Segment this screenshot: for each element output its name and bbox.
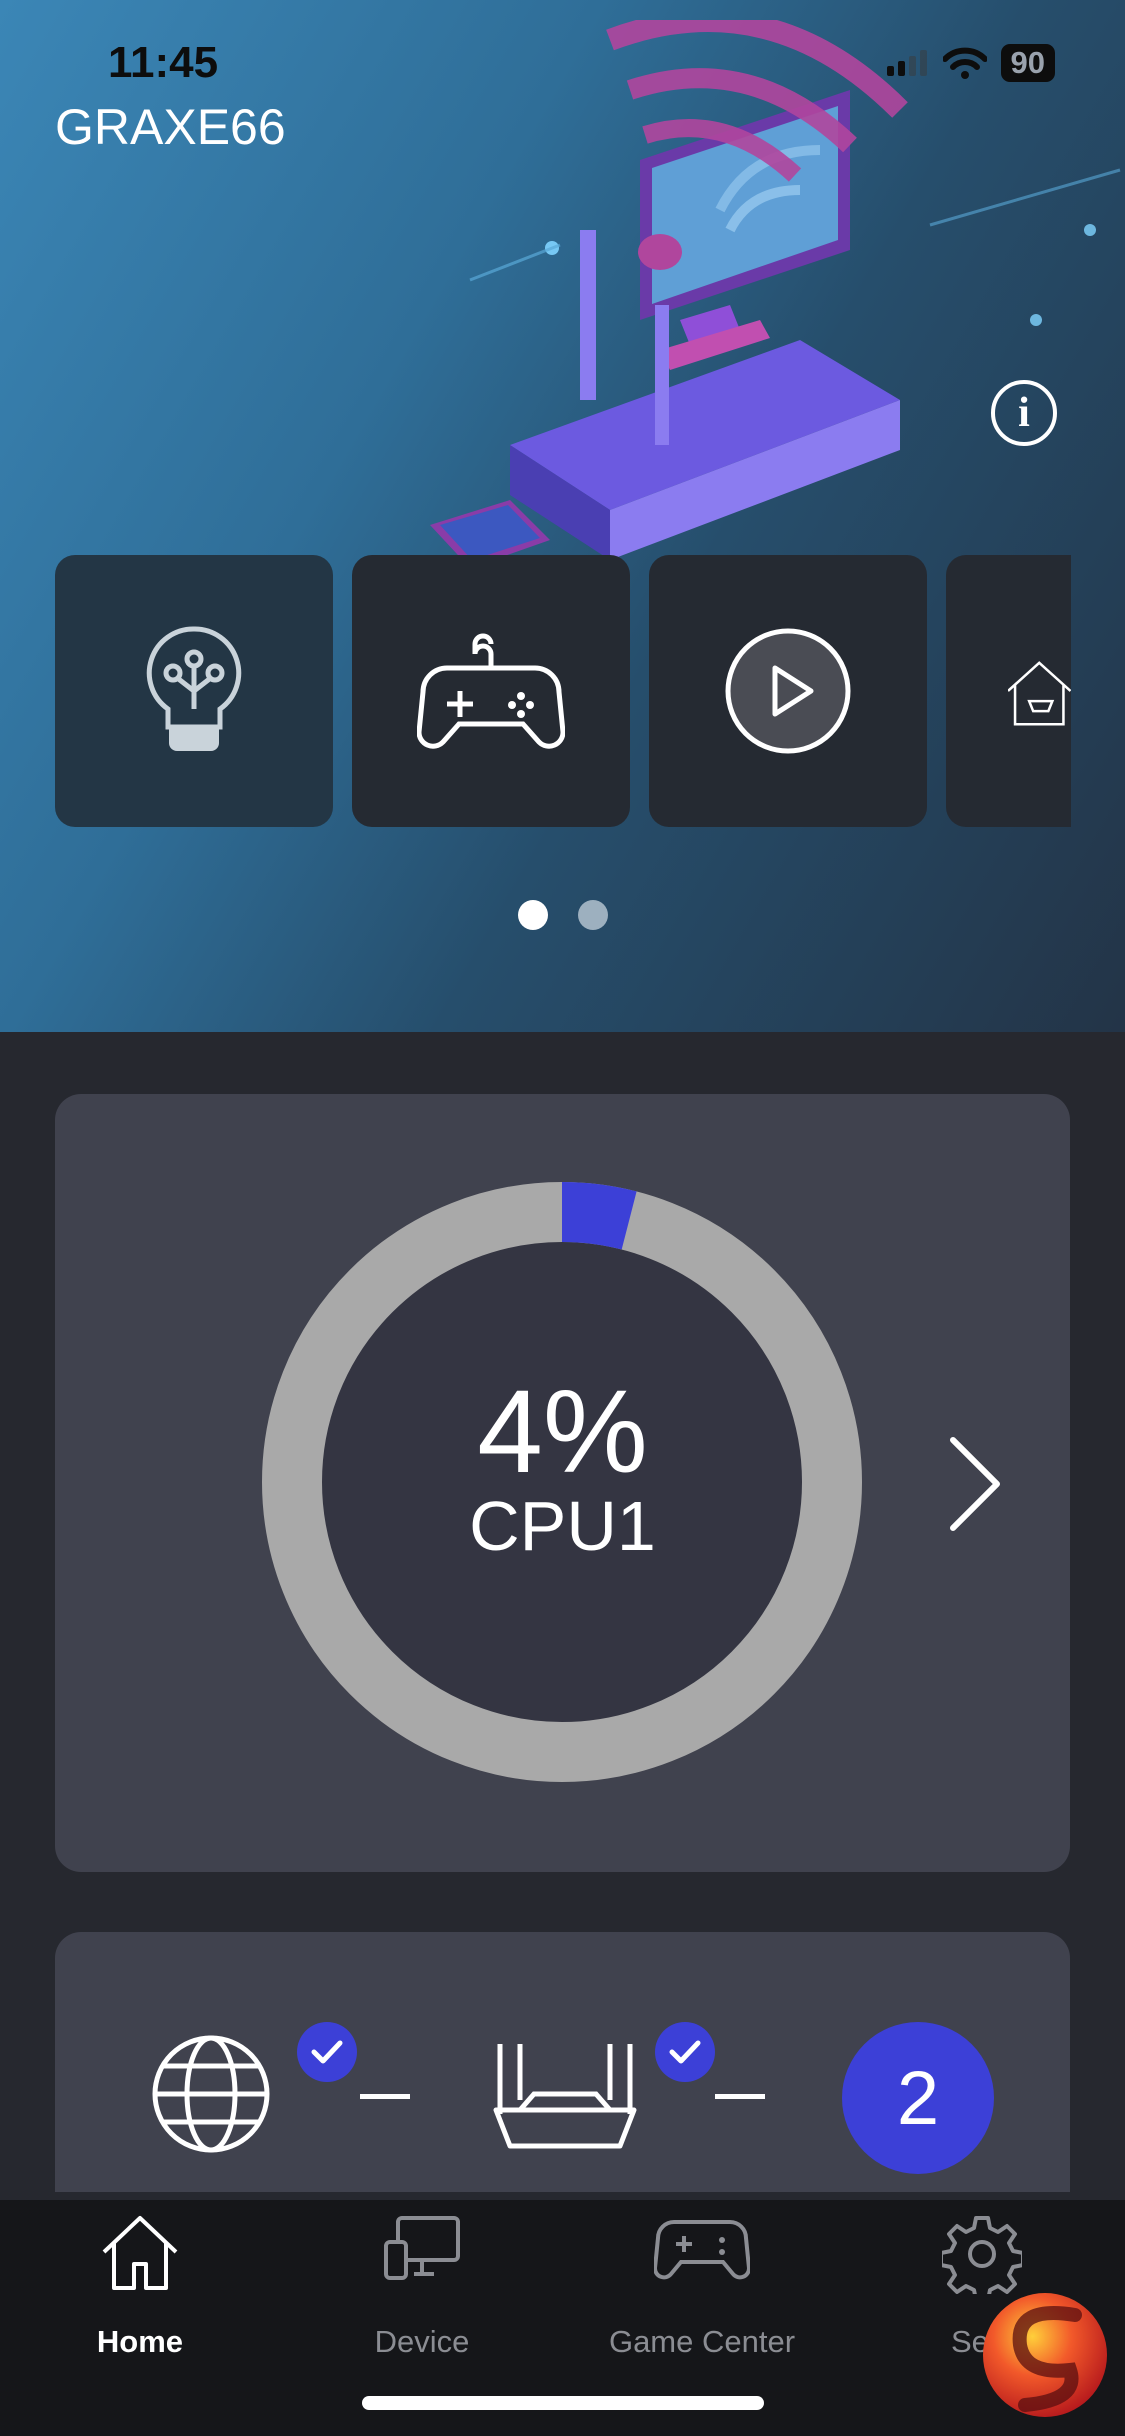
connected-device-count[interactable]: 2 [842,2022,994,2174]
watermark-logo [983,2293,1107,2417]
status-time: 11:45 [108,38,219,87]
wifi-icon [942,47,987,79]
router-name: GRAXE66 [55,99,286,155]
info-button[interactable]: i [991,380,1057,446]
page-dot-1[interactable] [517,900,548,930]
gear-icon [942,2216,1022,2294]
battery-indicator: 90 [1000,44,1055,82]
page-indicator [0,900,1125,930]
chevron-right-icon[interactable] [945,1434,1005,1534]
hero-banner: 11:45 90 GRAXE66 i [0,0,1125,1032]
lightbulb-icon [146,626,242,751]
info-icon: i [1018,390,1030,436]
gamepad-icon [417,633,565,749]
router-check-badge [655,2022,715,2082]
home-indicator[interactable] [362,2396,764,2410]
check-icon [669,2040,701,2064]
globe-icon [152,2035,270,2153]
mode-card-streaming[interactable] [649,555,927,827]
tab-label: Home [96,2324,184,2359]
device-icon [384,2216,460,2280]
tab-device[interactable]: Device [292,2200,552,2360]
home-icon [1008,661,1071,726]
play-circle-icon [725,628,851,754]
check-icon [311,2040,343,2064]
cpu-label: CPU1 [469,1487,656,1565]
cpu-usage-value: 4% [477,1366,648,1498]
network-status-card[interactable]: 2 [55,1932,1070,2192]
internet-check-badge [297,2022,357,2082]
connection-line [360,2094,410,2099]
cpu-card[interactable]: 4% CPU1 [55,1094,1070,1872]
page-dot-2[interactable] [577,900,608,930]
tab-label: Game Center [608,2324,796,2359]
status-icons: 90 [886,44,1055,82]
mode-card-home[interactable] [946,555,1071,827]
signal-icon [886,50,927,76]
gamepad-icon [654,2220,750,2280]
tab-game-center[interactable]: Game Center [572,2200,832,2360]
home-icon [102,2216,178,2290]
tab-home[interactable]: Home [10,2200,270,2360]
mode-card-gaming[interactable] [352,555,630,827]
tab-label: Device [374,2324,470,2359]
connection-line [715,2094,765,2099]
router-icon [493,2044,637,2149]
mode-card-smart[interactable] [55,555,333,827]
router-illustration [430,20,1121,568]
